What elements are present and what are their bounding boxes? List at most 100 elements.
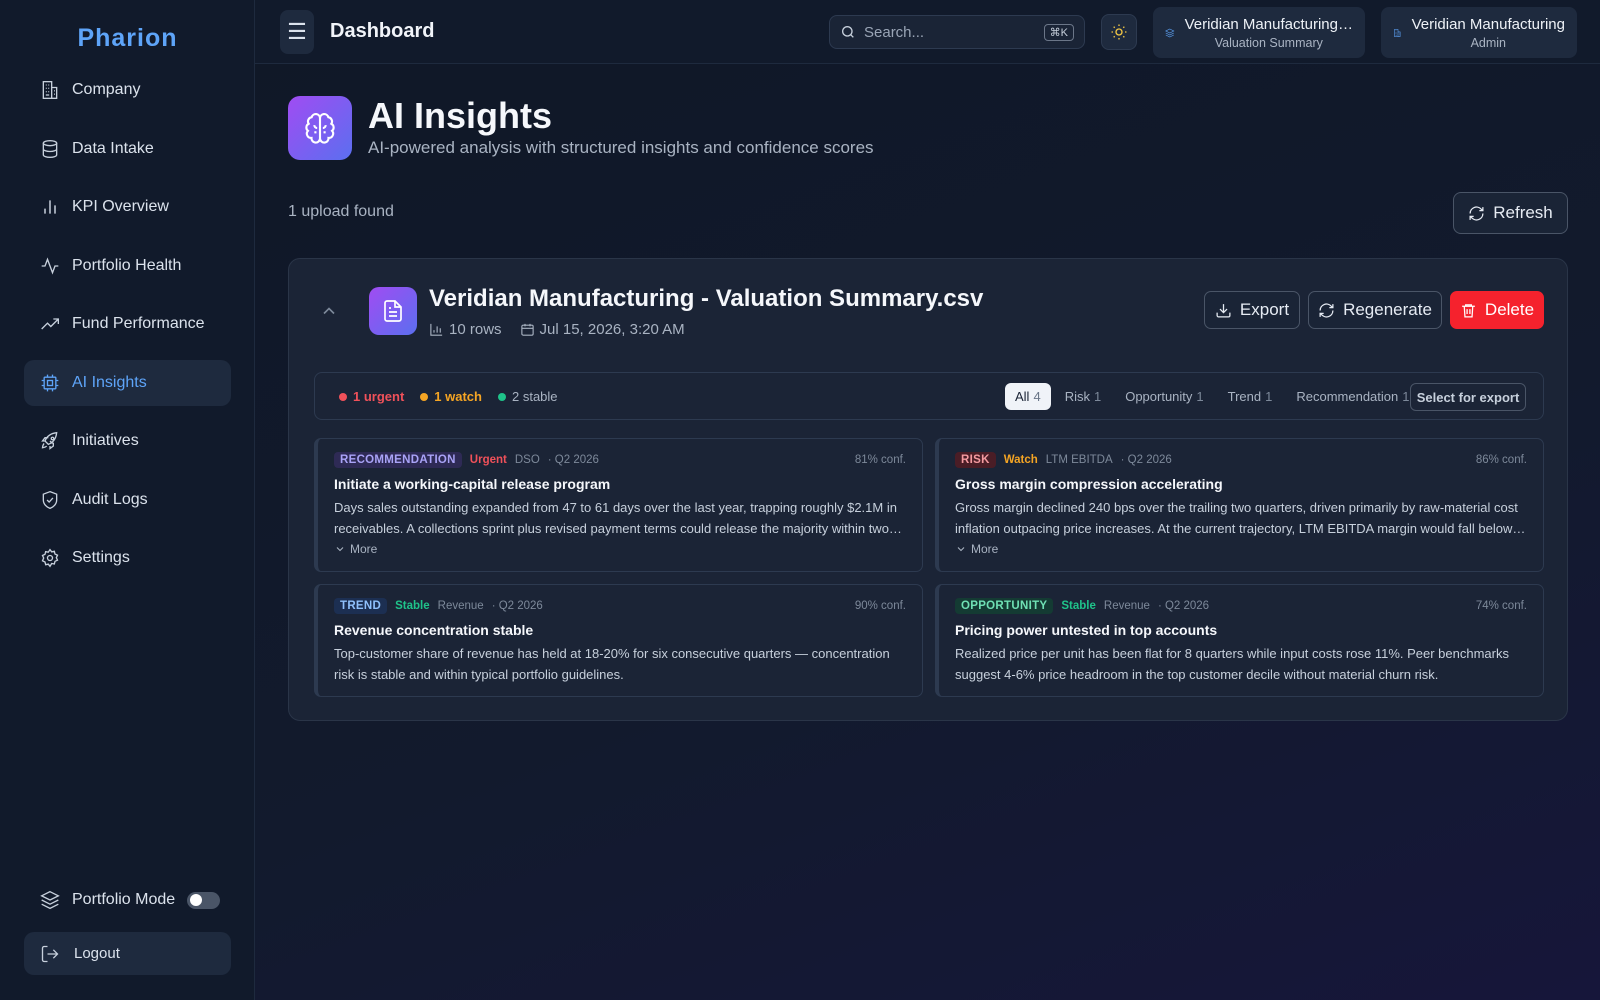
insight-title: Revenue concentration stable (334, 622, 534, 638)
file-icon-tile (369, 287, 417, 335)
row-count-text: 10 rows (449, 321, 502, 338)
sidebar-item-kpi-overview[interactable]: KPI Overview (24, 184, 231, 230)
insight-period: · Q2 2026 (1120, 454, 1172, 466)
tab-trend[interactable]: Trend 1 (1218, 383, 1283, 410)
refresh-icon (1469, 205, 1484, 221)
sidebar-item-settings[interactable]: Settings (24, 535, 231, 581)
upload-date-text: Jul 15, 2026, 3:20 AM (539, 321, 685, 338)
insight-severity: Stable (395, 600, 430, 612)
stable-dot (497, 392, 506, 401)
sidebar-item-ai-insights[interactable]: AI Insights (24, 359, 231, 406)
trash-icon (1462, 303, 1475, 318)
sidebar-item-initiatives[interactable]: Initiatives (24, 418, 231, 464)
chevron-down-icon (957, 547, 965, 552)
bar-chart-icon (430, 323, 443, 336)
stable-count-text: 2 stable (511, 389, 558, 404)
logout-button[interactable]: Logout (24, 932, 231, 975)
trending-up-icon (41, 318, 59, 330)
sidebar-item-audit-logs[interactable]: Audit Logs (24, 477, 231, 523)
portfolio-mode-toggle[interactable] (187, 891, 220, 909)
tab-count: 4 (1033, 389, 1041, 404)
sidebar-item-label: Settings (72, 549, 130, 566)
dataset-selector-text: Veridian Manufacturing… Valuation Summar… (1185, 16, 1353, 50)
top-header: ☰ Dashboard Search... ⌘K Veridian Manufa… (255, 0, 1600, 64)
watch-count-text: 1 watch (434, 389, 482, 404)
insight-card[interactable]: OPPORTUNITY Stable Revenue · Q2 2026 74%… (935, 584, 1544, 697)
sun-icon (1111, 24, 1127, 40)
more-label: More (971, 542, 999, 556)
export-button[interactable]: Export (1204, 291, 1300, 329)
insight-metric: LTM EBITDA (1045, 454, 1113, 466)
sidebar-item-label: Fund Performance (72, 315, 205, 332)
search-input[interactable]: Search... ⌘K (829, 15, 1085, 49)
brand-logo[interactable]: Pharion (0, 24, 255, 53)
more-toggle[interactable]: More (955, 542, 998, 556)
watch-dot (420, 392, 429, 401)
rocket-icon (41, 431, 58, 450)
sidebar-item-portfolio-health[interactable]: Portfolio Health (24, 243, 231, 289)
insight-card[interactable]: RECOMMENDATION Urgent DSO · Q2 2026 81% … (314, 438, 923, 572)
insight-severity: Stable (1061, 600, 1096, 612)
tab-label: Opportunity (1125, 389, 1193, 404)
refresh-button[interactable]: Refresh (1453, 192, 1568, 234)
refresh-icon (1319, 302, 1334, 318)
delete-label: Delete (1484, 300, 1535, 319)
stable-count: 2 stable (497, 389, 558, 404)
upload-date: Jul 15, 2026, 3:20 AM (520, 321, 685, 338)
sidebar-item-company[interactable]: Company (24, 67, 231, 113)
company-selector[interactable]: Veridian Manufacturing Admin (1381, 7, 1577, 58)
page-icon (288, 96, 352, 160)
insight-confidence: 90% conf. (854, 600, 906, 612)
insight-tags: TREND Stable Revenue · Q2 2026 (334, 598, 543, 614)
severity-counts: 1 urgent 1 watch 2 stable (339, 389, 574, 404)
insight-title: Gross margin compression accelerating (955, 476, 1223, 492)
shield-check-icon (42, 490, 58, 509)
regenerate-button[interactable]: Regenerate (1308, 291, 1442, 329)
urgent-count-text: 1 urgent (353, 389, 405, 404)
theme-toggle-button[interactable] (1101, 14, 1137, 50)
page-subtitle: AI-powered analysis with structured insi… (368, 138, 874, 157)
insight-body: Realized price per unit has been flat fo… (955, 646, 1509, 682)
tab-all[interactable]: All 4 (1005, 383, 1051, 410)
insight-tags: OPPORTUNITY Stable Revenue · Q2 2026 (955, 598, 1209, 614)
sidebar: Pharion Company Data Intake KPI Overview… (0, 0, 255, 1000)
insight-body: Top-customer share of revenue has held a… (334, 646, 890, 682)
insight-card[interactable]: TREND Stable Revenue · Q2 2026 90% conf.… (314, 584, 923, 697)
chevron-up-icon[interactable] (319, 301, 339, 321)
more-toggle[interactable]: More (334, 542, 377, 556)
sidebar-item-label: Data Intake (72, 139, 154, 157)
brain-icon (305, 113, 335, 144)
export-label: Export (1239, 300, 1290, 319)
company-selector-text: Veridian Manufacturing Admin (1412, 16, 1565, 50)
tab-opportunity[interactable]: Opportunity 1 (1115, 383, 1213, 410)
insight-type-tabs: All 4 Risk 1 Opportunity 1 Trend 1 Recommend… (1005, 383, 1423, 410)
regenerate-label: Regenerate (1343, 300, 1432, 319)
dataset-selector[interactable]: Veridian Manufacturing… Valuation Summar… (1153, 7, 1365, 58)
insight-period: · Q2 2026 (491, 600, 543, 612)
insight-severity: Urgent (469, 454, 507, 466)
tab-count: 1 (1402, 389, 1410, 404)
sidebar-item-fund-performance[interactable]: Fund Performance (24, 301, 231, 347)
tab-risk[interactable]: Risk 1 (1055, 383, 1112, 410)
select-for-export-button[interactable]: Select for export (1410, 383, 1526, 411)
insight-confidence: 81% conf. (854, 454, 906, 466)
building-icon (42, 81, 58, 99)
insight-card[interactable]: RISK Watch LTM EBITDA · Q2 2026 86% conf… (935, 438, 1544, 572)
sidebar-item-label: Initiatives (72, 432, 139, 449)
sidebar-item-label: Audit Logs (72, 490, 148, 508)
urgent-dot (339, 392, 347, 401)
menu-toggle-button[interactable]: ☰ (280, 10, 314, 54)
company-selector-role: Admin (1470, 35, 1506, 50)
file-name: Veridian Manufacturing - Valuation Summa… (429, 285, 984, 312)
insight-confidence: 86% conf. (1475, 454, 1527, 466)
tab-label: Risk (1064, 389, 1090, 404)
calendar-icon (520, 323, 534, 336)
sidebar-item-data-intake[interactable]: Data Intake (24, 126, 231, 172)
urgent-count: 1 urgent (339, 389, 404, 404)
tab-recommendation[interactable]: Recommendation 1 (1286, 383, 1419, 410)
insight-period: · Q2 2026 (547, 454, 599, 466)
search-shortcut: ⌘K (1043, 23, 1074, 41)
delete-button[interactable]: Delete (1450, 291, 1544, 329)
watch-count: 1 watch (420, 389, 482, 404)
search-icon (842, 26, 854, 38)
